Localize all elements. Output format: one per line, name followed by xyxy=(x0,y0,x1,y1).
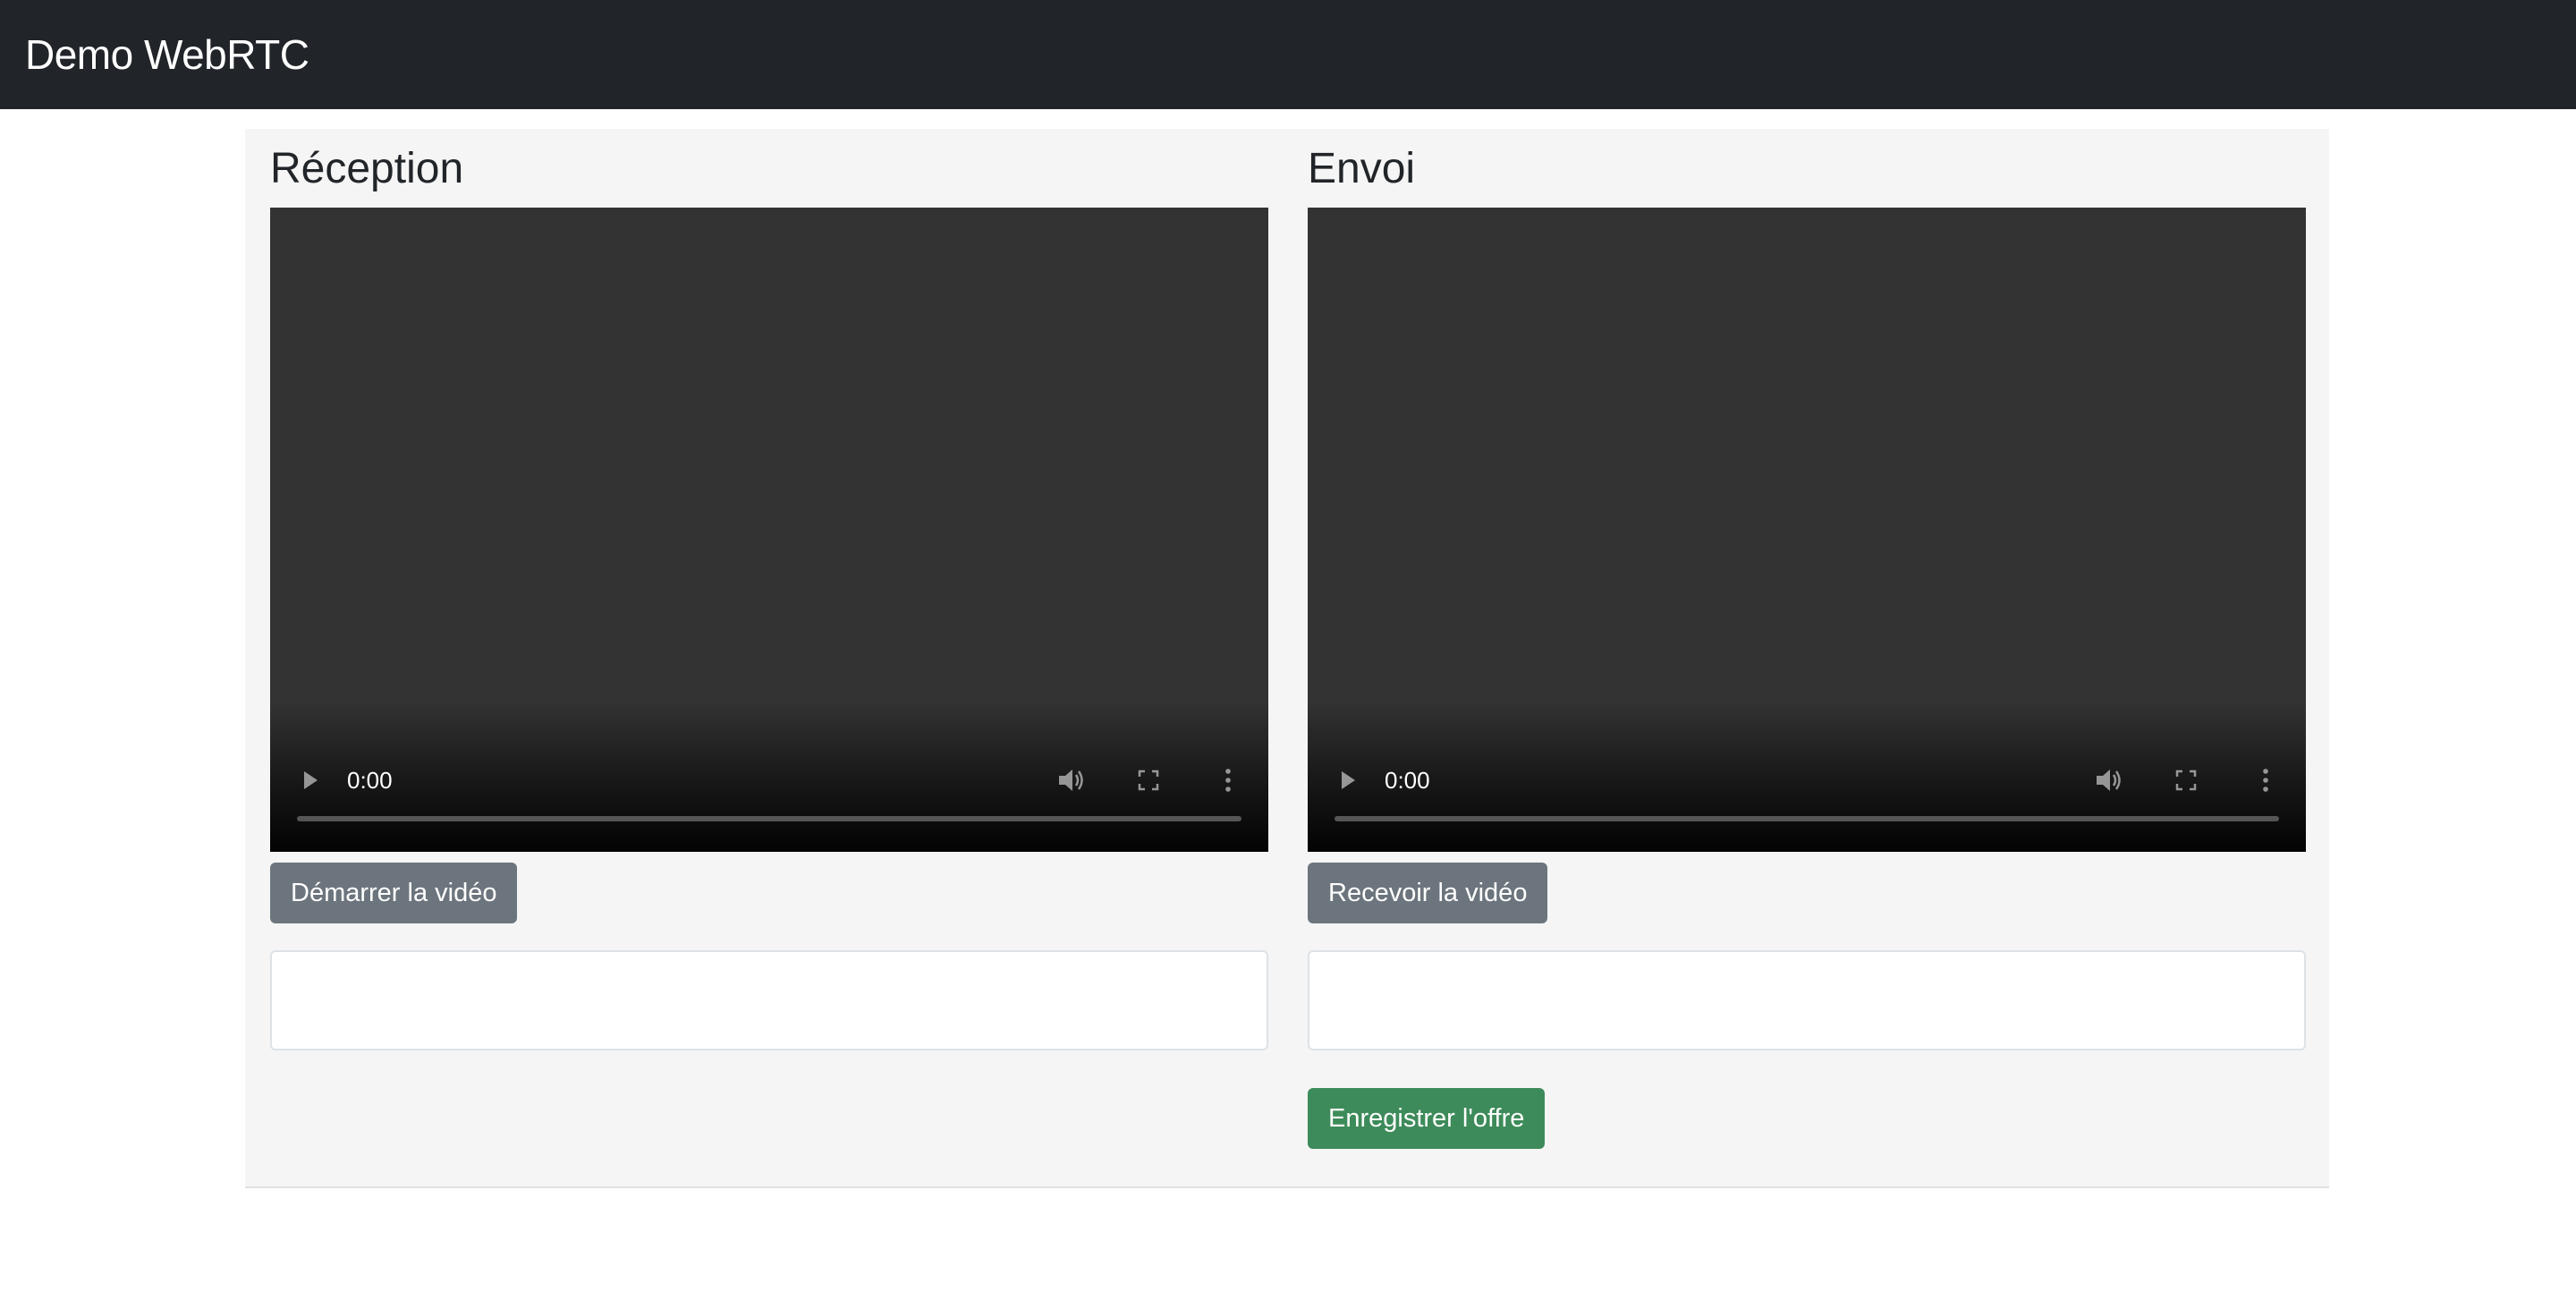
play-icon[interactable] xyxy=(1335,762,1361,798)
video-progress-bar[interactable] xyxy=(297,816,1241,821)
video-time: 0:00 xyxy=(347,767,393,794)
more-vert-icon[interactable] xyxy=(1215,762,1241,798)
reception-video[interactable]: 0:00 xyxy=(270,208,1268,852)
save-offer-button[interactable]: Enregistrer l'offre xyxy=(1308,1088,1546,1149)
receive-video-button[interactable]: Recevoir la vidéo xyxy=(1308,863,1548,923)
fullscreen-icon[interactable] xyxy=(2168,762,2204,798)
start-video-button[interactable]: Démarrer la vidéo xyxy=(270,863,518,923)
fullscreen-icon[interactable] xyxy=(1131,762,1166,798)
envoi-sdp-textarea[interactable] xyxy=(1308,950,2306,1050)
main-panel: Réception 0:00 Démarrer la vidéo Envoi 0… xyxy=(245,129,2329,1188)
volume-icon[interactable] xyxy=(2091,762,2127,798)
reception-title: Réception xyxy=(270,145,464,192)
volume-icon[interactable] xyxy=(1054,762,1089,798)
video-controls: 0:00 xyxy=(1308,762,2306,798)
video-progress-bar[interactable] xyxy=(1335,816,2279,821)
reception-sdp-textarea[interactable] xyxy=(270,950,1268,1050)
play-icon[interactable] xyxy=(297,762,324,798)
video-time: 0:00 xyxy=(1385,767,1430,794)
navbar-brand[interactable]: Demo WebRTC xyxy=(25,34,309,75)
envoi-video[interactable]: 0:00 xyxy=(1308,208,2306,852)
envoi-title: Envoi xyxy=(1308,145,1416,192)
video-controls: 0:00 xyxy=(270,762,1268,798)
navbar: Demo WebRTC xyxy=(0,0,2576,109)
more-vert-icon[interactable] xyxy=(2252,762,2279,798)
